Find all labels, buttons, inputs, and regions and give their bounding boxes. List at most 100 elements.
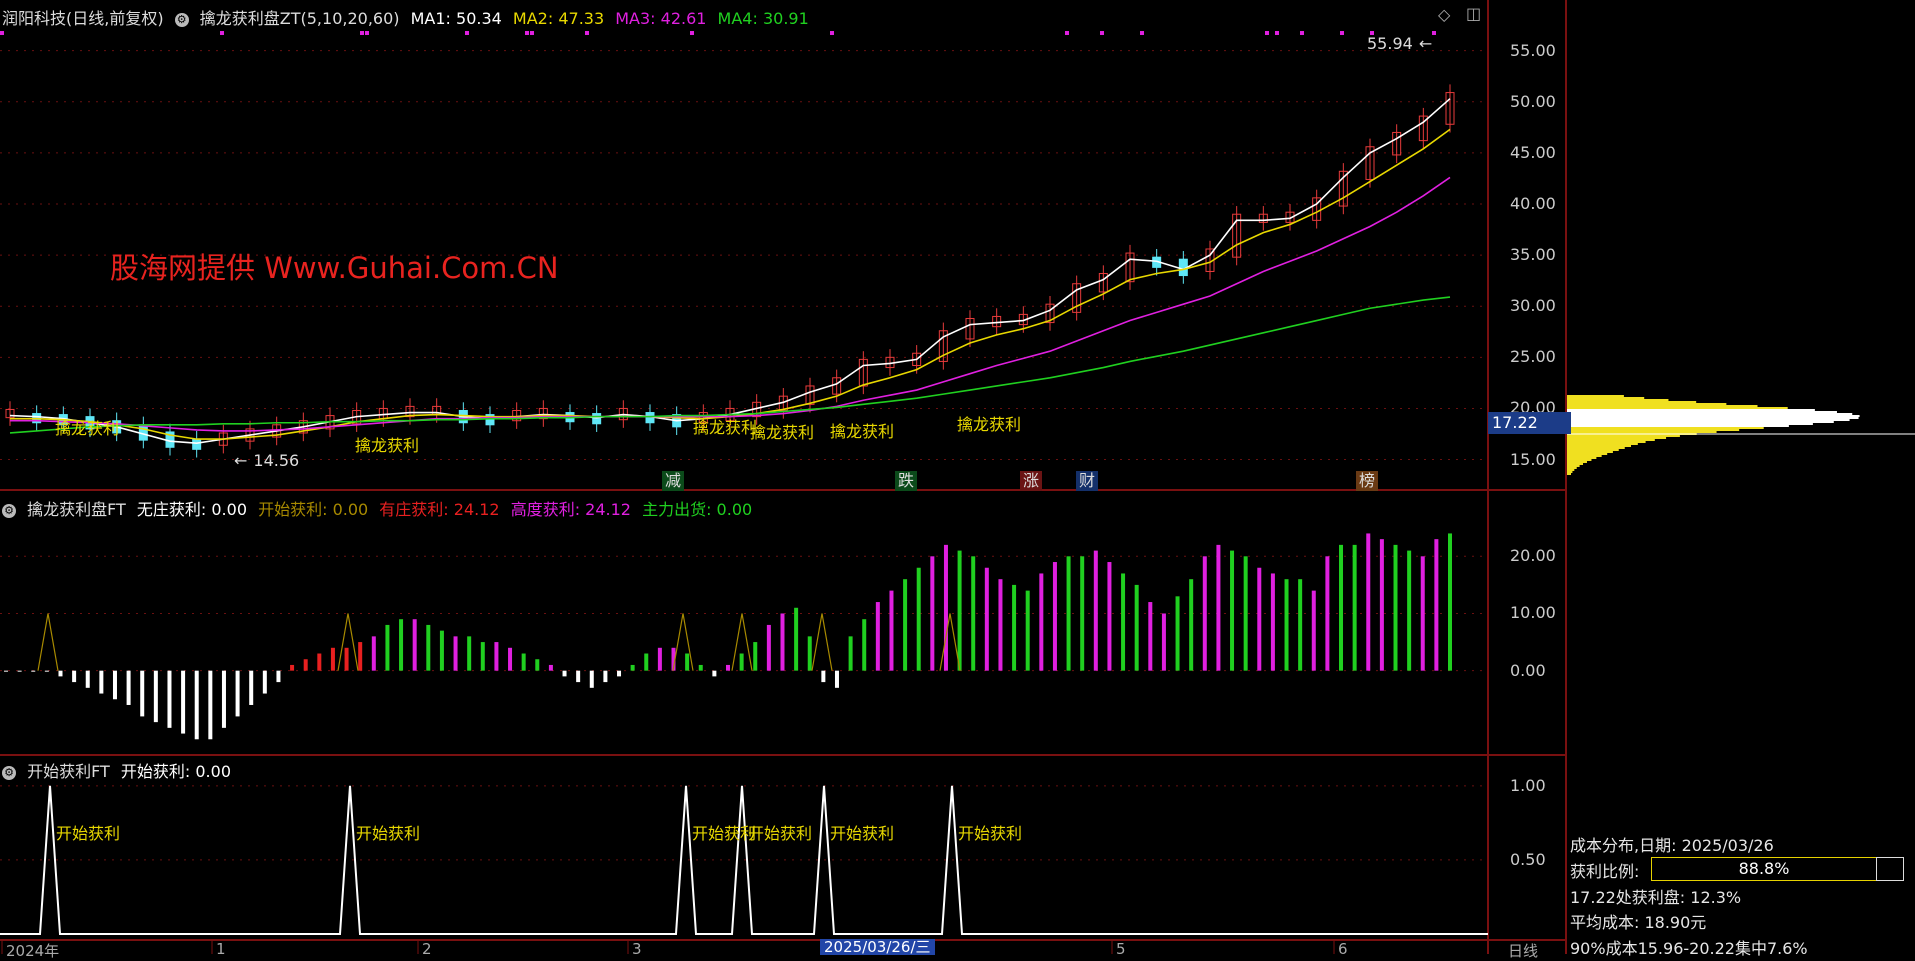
histogram-bar: [1311, 590, 1316, 671]
histogram-bar: [657, 647, 662, 671]
profit-at-price: 17.22处获利盘: 12.3%: [1570, 888, 1742, 907]
volume-profile-bar: [1567, 463, 1584, 465]
histogram-bar: [508, 647, 513, 671]
volume-profile-bar: [1567, 467, 1577, 469]
histogram-bar: [916, 567, 921, 671]
histogram-bar: [235, 670, 240, 717]
histogram-bar: [399, 619, 404, 671]
volume-profile-bar: [1567, 445, 1632, 447]
signal-label: 擒龙获利: [55, 419, 120, 438]
profit-ratio-swatch: [1876, 857, 1904, 881]
volume-profile-bar: [1567, 437, 1667, 439]
time-tick-label: 3: [632, 940, 642, 958]
profit-ratio-value: 88.8%: [1651, 857, 1877, 881]
diamond-icon[interactable]: ◇: [1438, 5, 1450, 24]
histogram-bar: [644, 653, 649, 671]
top-dot-marker: [1340, 31, 1344, 35]
histogram-bar: [426, 624, 431, 671]
price-tick-label: 40.00: [1510, 194, 1556, 213]
histogram-bar: [535, 659, 540, 671]
chart-grid: [0, 0, 1567, 954]
histogram-bar: [726, 664, 730, 671]
histogram-bar: [1420, 556, 1425, 671]
histogram-bar: [1148, 602, 1153, 671]
top-dot-marker: [1275, 31, 1279, 35]
top-dot-marker: [1265, 31, 1269, 35]
panel2-name[interactable]: 擒龙获利盘FT: [27, 500, 126, 519]
volume-profile-bar: [1567, 409, 1815, 411]
histogram-bar: [1202, 556, 1207, 671]
histogram-bar: [1093, 550, 1098, 671]
histogram-bar: [140, 670, 145, 717]
histogram-bar: [603, 670, 608, 683]
histogram-bar: [903, 579, 908, 671]
volume-profile-bar: [1567, 451, 1613, 453]
top-dot-marker: [530, 31, 534, 35]
ma4-value: MA4: 30.91: [717, 9, 809, 28]
panel3-name[interactable]: 开始获利FT: [27, 762, 110, 781]
event-mark-reduce[interactable]: 减: [662, 471, 685, 491]
histogram-bar: [1270, 573, 1275, 671]
histogram-bar: [1066, 556, 1071, 671]
volume-profile-bar: [1567, 421, 1834, 423]
top-dot-marker: [1065, 31, 1069, 35]
volume-profile-bar: [1567, 417, 1859, 419]
histogram-bar: [1012, 584, 1017, 671]
low-price-value: 14.56: [253, 451, 300, 470]
settings-icon[interactable]: ⚙: [2, 503, 16, 518]
volume-profile-bar: [1567, 439, 1655, 441]
top-dot-marker: [1100, 31, 1104, 35]
volume-profile-bar: [1567, 431, 1717, 433]
histogram-bar: [112, 670, 117, 700]
histogram-bar: [249, 670, 254, 705]
histogram-bar: [167, 670, 172, 728]
histogram-bar: [1366, 533, 1371, 671]
start-profit-peak: [672, 613, 694, 671]
histogram-bar: [371, 636, 376, 671]
ma-line-ma3: [10, 176, 1451, 432]
histogram-bar: [221, 670, 226, 728]
average-cost: 平均成本: 18.90元: [1570, 913, 1707, 932]
volume-profile-bar: [1567, 423, 1813, 425]
histogram-bar: [1025, 590, 1030, 671]
volume-profile-bar: [1567, 447, 1625, 449]
volume-profile-bar: [1567, 405, 1758, 407]
histogram-bar: [344, 647, 349, 671]
histogram-bar: [1039, 573, 1044, 671]
profit-ratio-label: 获利比例:: [1570, 862, 1640, 881]
indicator-name[interactable]: 擒龙获利盘ZT(5,10,20,60): [200, 9, 400, 28]
event-mark-rise[interactable]: 涨: [1020, 471, 1043, 491]
histogram-bar: [1352, 544, 1357, 671]
event-mark-finance[interactable]: 财: [1076, 471, 1099, 491]
settings-icon[interactable]: ⚙: [174, 12, 189, 27]
time-tick-label: 2: [422, 940, 432, 958]
time-tick-label: 1: [216, 940, 226, 958]
ma3-value: MA3: 42.61: [615, 9, 707, 28]
price-tick-label: 25.00: [1510, 347, 1556, 367]
histogram-bar: [521, 653, 526, 671]
window-toggle-icon[interactable]: ◫: [1466, 4, 1481, 23]
event-mark-fall[interactable]: 跌: [895, 471, 918, 491]
kline-chart-canvas[interactable]: [0, 0, 1915, 954]
time-tick-label: 5: [1116, 940, 1126, 958]
histogram-bar: [1107, 562, 1112, 671]
settings-icon[interactable]: ⚙: [2, 765, 16, 780]
histogram-bar: [766, 624, 771, 671]
event-mark-list[interactable]: 榜: [1356, 471, 1379, 491]
profit-histogram: [4, 533, 1452, 740]
volume-profile-bar: [1567, 403, 1727, 405]
ma2-value: MA2: 47.33: [512, 9, 605, 28]
histogram-bar: [875, 602, 880, 671]
volume-profile-bar: [1567, 471, 1573, 473]
period-label[interactable]: 日线: [1508, 940, 1538, 961]
time-tick-label: 2024年: [6, 942, 60, 960]
histogram-bar: [1121, 573, 1126, 671]
stock-title[interactable]: 润阳科技(日线,前复权): [2, 9, 164, 28]
top-dot-marker: [525, 31, 529, 35]
top-dot-marker: [1140, 31, 1144, 35]
histogram-bar: [262, 670, 267, 694]
histogram-bar: [943, 544, 948, 671]
panel2-header: ⚙ 擒龙获利盘FT 无庄获利: 0.00 开始获利: 0.00 有庄获利: 24…: [2, 496, 758, 520]
panel3-tick-label: 1.00: [1510, 775, 1546, 795]
histogram-bar: [957, 550, 962, 671]
